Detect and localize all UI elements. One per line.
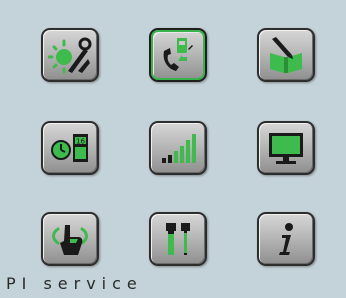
service-tools-icon: [166, 223, 190, 255]
info-button[interactable]: [257, 212, 315, 266]
sun-tools-button[interactable]: [41, 28, 99, 82]
phone-service-icon: [163, 38, 193, 71]
service-tools-button[interactable]: [149, 212, 207, 266]
touch-hand-icon: [52, 225, 88, 255]
status-label: PI service: [6, 274, 143, 293]
phone-service-button[interactable]: [149, 28, 207, 82]
monitor-icon: [269, 133, 303, 164]
clock-calendar-button[interactable]: 16: [41, 121, 99, 175]
book-edit-icon: [270, 37, 302, 73]
touch-hand-button[interactable]: [41, 212, 99, 266]
sun-tools-icon: [48, 37, 92, 74]
monitor-button[interactable]: [257, 121, 315, 175]
clock-calendar-icon: 16: [51, 134, 88, 162]
info-icon: [279, 223, 293, 255]
signal-bars-button[interactable]: [149, 121, 207, 175]
signal-bars-icon: [162, 134, 196, 163]
book-edit-button[interactable]: [257, 28, 315, 82]
svg-text:16: 16: [76, 138, 85, 146]
